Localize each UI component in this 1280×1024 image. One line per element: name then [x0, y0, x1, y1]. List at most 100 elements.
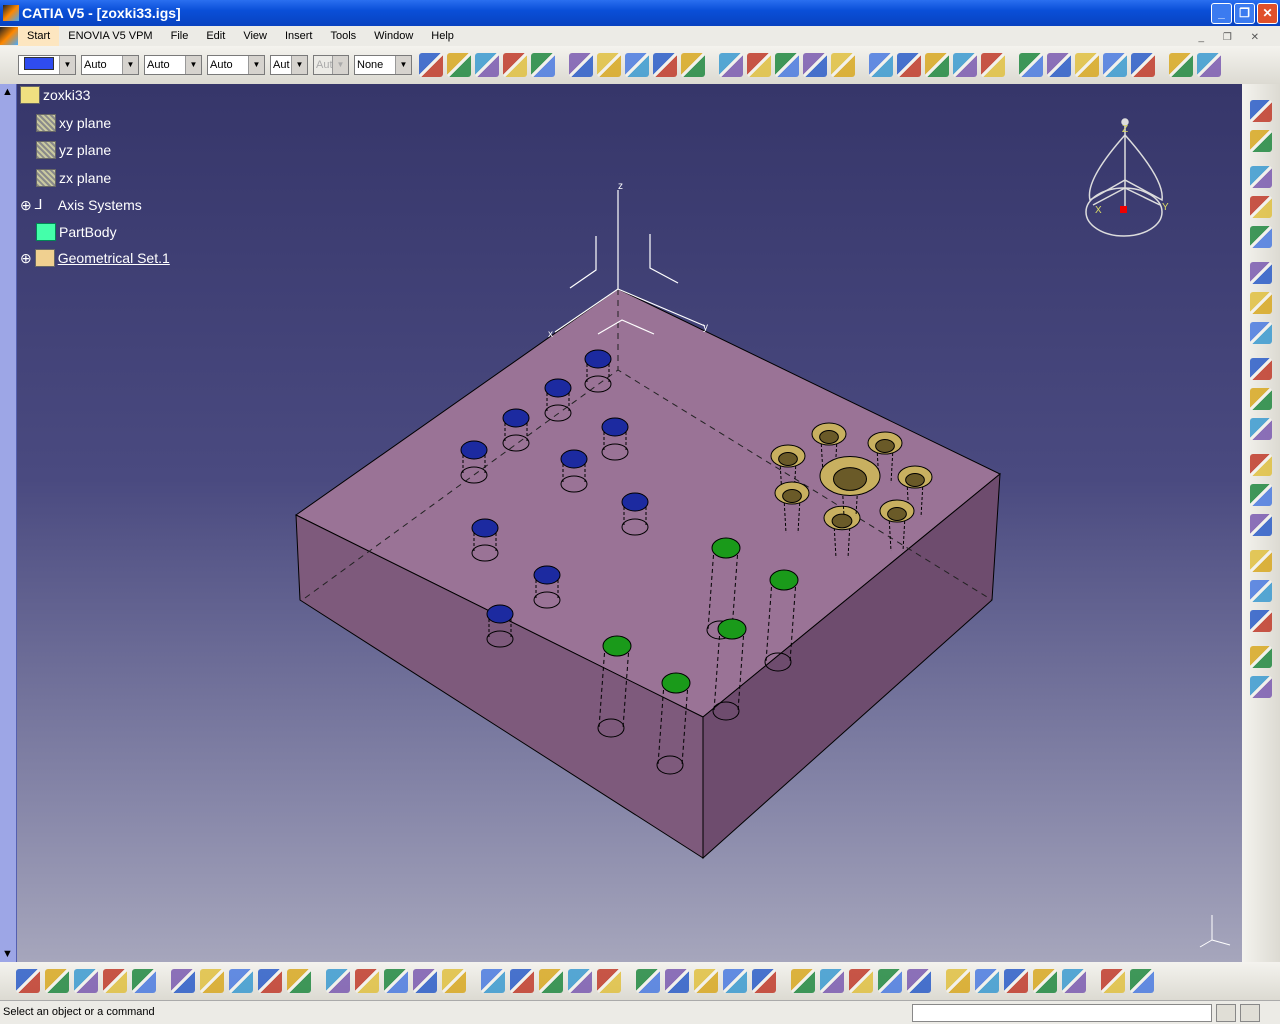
menu-help[interactable]: Help — [422, 26, 463, 46]
law-icon[interactable] — [1250, 484, 1272, 506]
surface-icon[interactable] — [1169, 53, 1193, 77]
normal-view-icon[interactable] — [723, 969, 747, 993]
draft-icon[interactable] — [1250, 676, 1272, 698]
line-icon[interactable] — [503, 53, 527, 77]
thickness-combo[interactable]: Auto ▼ — [144, 55, 202, 75]
plane-icon[interactable] — [1250, 292, 1272, 314]
point-icon[interactable] — [1250, 226, 1272, 248]
scaling-icon[interactable] — [953, 53, 977, 77]
tree-item-xy-plane[interactable]: xy plane — [36, 114, 111, 132]
line-icon[interactable] — [1250, 262, 1272, 284]
intersection-icon[interactable] — [597, 53, 621, 77]
trim-icon[interactable] — [775, 53, 799, 77]
lock-icon[interactable] — [384, 969, 408, 993]
save-icon[interactable] — [74, 969, 98, 993]
measure-icon[interactable] — [907, 969, 931, 993]
translate-icon[interactable] — [803, 53, 827, 77]
paste-icon[interactable] — [200, 969, 224, 993]
point-icon[interactable] — [475, 53, 499, 77]
mdi-controls[interactable]: _ ❐ ✕ — [1190, 28, 1276, 48]
menu-window[interactable]: Window — [365, 26, 422, 46]
menu-edit[interactable]: Edit — [197, 26, 234, 46]
loft-icon[interactable] — [1250, 610, 1272, 632]
layer-combo[interactable]: Aut ▼ — [270, 55, 308, 75]
catalog-icon[interactable] — [481, 969, 505, 993]
axis-to-axis-icon[interactable] — [1019, 53, 1043, 77]
tree-item-yz-plane[interactable]: yz plane — [36, 141, 111, 159]
rotate-icon[interactable] — [831, 53, 855, 77]
extrude-icon[interactable] — [1250, 322, 1272, 344]
command-input[interactable] — [912, 1004, 1212, 1022]
scroll-up-arrow[interactable]: ▲ — [2, 86, 13, 98]
part-model[interactable]: z x y Z X Y — [17, 84, 1242, 962]
app-menu-icon[interactable] — [0, 27, 18, 45]
knowledge-icon[interactable] — [510, 969, 534, 993]
join-icon[interactable] — [681, 53, 705, 77]
tree-item-partbody[interactable]: PartBody — [36, 223, 117, 241]
projection-icon[interactable] — [569, 53, 593, 77]
minimize-button[interactable]: _ — [1211, 3, 1232, 24]
snap-icon[interactable] — [1250, 166, 1272, 188]
extract-icon[interactable] — [653, 53, 677, 77]
boolean-icon[interactable] — [1075, 53, 1099, 77]
copy-icon[interactable] — [171, 969, 195, 993]
circle-icon[interactable] — [1250, 418, 1272, 440]
multi-view-icon[interactable] — [791, 969, 815, 993]
open-icon[interactable] — [45, 969, 69, 993]
fill-icon[interactable] — [1250, 550, 1272, 572]
expand-icon[interactable]: ⊕ — [20, 250, 32, 267]
pattern-icon[interactable] — [897, 53, 921, 77]
plane-icon[interactable] — [531, 53, 555, 77]
fit-all-icon[interactable] — [568, 969, 592, 993]
hole-icon[interactable] — [1197, 53, 1221, 77]
tree-item-geometrical-set[interactable]: ⊕ Geometrical Set.1 — [20, 249, 170, 267]
zoom-in-icon[interactable] — [665, 969, 689, 993]
pan-icon[interactable] — [597, 969, 621, 993]
offset-icon[interactable] — [1250, 514, 1272, 536]
measure-item-icon[interactable] — [946, 969, 970, 993]
tree-scrollbar[interactable]: ▲ ▼ — [0, 84, 17, 962]
capture-icon[interactable] — [1004, 969, 1028, 993]
table-icon[interactable] — [413, 969, 437, 993]
undo-icon[interactable] — [229, 969, 253, 993]
update-icon[interactable] — [1033, 969, 1057, 993]
symmetry-icon[interactable] — [869, 53, 893, 77]
spec-tree-icon[interactable] — [1130, 969, 1154, 993]
whats-this-icon[interactable] — [287, 969, 311, 993]
menu-start[interactable]: Start — [18, 26, 60, 46]
multi-section-icon[interactable] — [1250, 646, 1272, 668]
menu-enovia[interactable]: ENOVIA V5 VPM — [59, 26, 161, 46]
select-icon[interactable] — [1250, 130, 1272, 152]
menu-insert[interactable]: Insert — [276, 26, 322, 46]
tree-item-zx-plane[interactable]: zx plane — [36, 169, 111, 187]
status-button[interactable] — [1216, 1004, 1236, 1022]
tree-item-axis-systems[interactable]: ⊕ ⅃ Axis Systems — [20, 196, 142, 214]
formula-icon[interactable] — [326, 969, 350, 993]
3d-viewport[interactable]: z x y Z X Y — [17, 84, 1242, 962]
axis-icon[interactable] — [1101, 969, 1125, 993]
fly-mode-icon[interactable] — [539, 969, 563, 993]
curve-icon[interactable] — [1131, 53, 1155, 77]
status-button[interactable] — [1240, 1004, 1260, 1022]
cut-icon[interactable] — [132, 969, 156, 993]
hand-icon[interactable] — [1062, 969, 1086, 993]
redo-icon[interactable] — [258, 969, 282, 993]
menu-file[interactable]: File — [162, 26, 198, 46]
swap-visible-icon[interactable] — [849, 969, 873, 993]
compass[interactable] — [1085, 118, 1163, 237]
render-style-icon[interactable] — [878, 969, 902, 993]
tree-root[interactable]: zoxki33 — [20, 86, 90, 104]
apply-material-icon[interactable] — [447, 53, 471, 77]
hide-show-icon[interactable] — [820, 969, 844, 993]
point-combo[interactable]: Auto ▼ — [207, 55, 265, 75]
paint-brush-icon[interactable] — [419, 53, 443, 77]
menu-view[interactable]: View — [234, 26, 276, 46]
close-button[interactable]: ✕ — [1257, 3, 1278, 24]
boundary-icon[interactable] — [625, 53, 649, 77]
restore-button[interactable]: ❐ — [1234, 3, 1255, 24]
comment-icon[interactable] — [355, 969, 379, 993]
fillet-icon[interactable] — [1103, 53, 1127, 77]
isometric-view-icon[interactable] — [752, 969, 776, 993]
line-type-combo[interactable]: Auto ▼ — [81, 55, 139, 75]
sweep-icon[interactable] — [1250, 388, 1272, 410]
